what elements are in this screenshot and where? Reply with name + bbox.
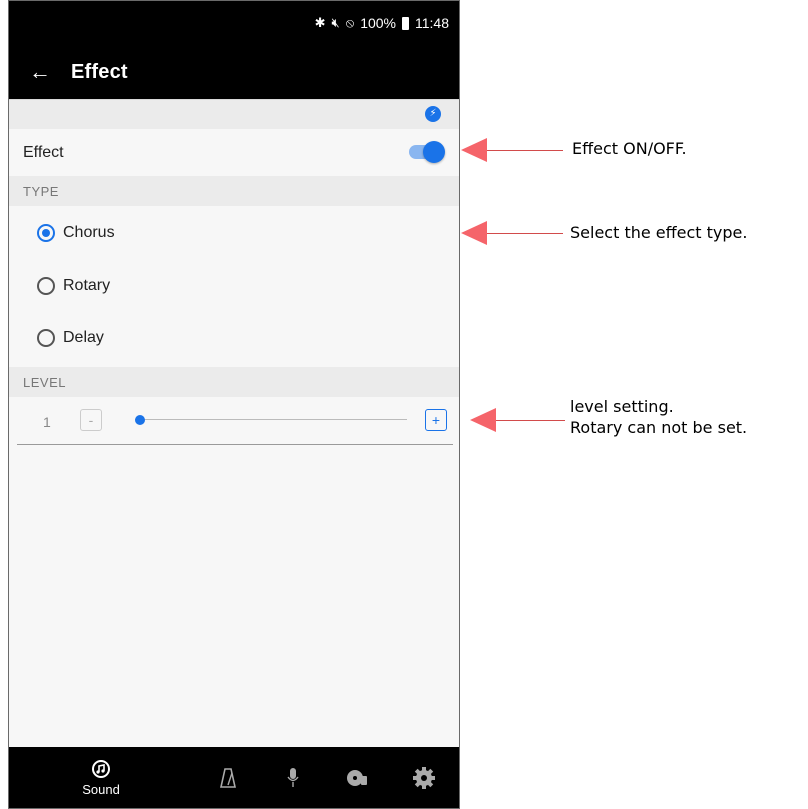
radio-label: Delay xyxy=(63,329,104,346)
metronome-icon xyxy=(220,767,236,788)
clock: 11:48 xyxy=(415,15,449,31)
sound-icon xyxy=(92,760,110,778)
level-section-header: LEVEL xyxy=(9,367,459,397)
annotation-level: level setting. Rotary can not be set. xyxy=(570,397,747,439)
radio-label: Rotary xyxy=(63,277,111,294)
annotation-level-line1: level setting. xyxy=(570,397,674,416)
nav-metronome[interactable] xyxy=(198,747,258,808)
annotation-type: Select the effect type. xyxy=(570,223,748,242)
annotation-line-type xyxy=(487,233,563,234)
level-slider-track[interactable] xyxy=(135,419,407,420)
toggle-knob xyxy=(423,141,445,163)
type-section-header: TYPE xyxy=(9,176,459,206)
battery-icon xyxy=(402,16,409,30)
annotation-arrow-level xyxy=(470,408,496,432)
effect-label: Effect xyxy=(23,143,64,161)
connection-strip: ⚡︎ xyxy=(9,99,459,129)
app-bar: ← Effect xyxy=(9,45,459,99)
page-title: Effect xyxy=(71,60,128,83)
radio-label: Chorus xyxy=(63,224,115,241)
level-slider-thumb[interactable] xyxy=(135,415,145,425)
arrow-left-icon[interactable]: ← xyxy=(9,59,71,85)
radio-icon xyxy=(37,329,55,347)
nav-record[interactable] xyxy=(327,747,387,808)
status-bar: ✱ 🔇︎ ⦸ 100% 11:48 xyxy=(9,1,459,45)
annotation-arrow-effect xyxy=(461,138,487,162)
annotation-level-line2: Rotary can not be set. xyxy=(570,417,748,437)
gear-icon xyxy=(413,766,435,789)
nav-sound-label: Sound xyxy=(82,782,120,797)
annotation-effect: Effect ON/OFF. xyxy=(572,139,687,158)
bluetooth-icon: ✱ xyxy=(314,15,326,30)
bottom-nav: Sound xyxy=(9,747,459,808)
effect-toggle[interactable] xyxy=(409,141,445,163)
nav-microphone[interactable] xyxy=(263,747,323,808)
radio-rotary[interactable]: Rotary xyxy=(9,260,459,312)
annotation-line-level xyxy=(496,420,565,421)
microphone-icon xyxy=(287,767,299,787)
radio-icon xyxy=(37,277,55,295)
annotation-arrow-type xyxy=(461,221,487,245)
effect-row: Effect xyxy=(9,129,459,176)
do-not-disturb-icon: ⦸ xyxy=(345,15,355,30)
nav-settings[interactable] xyxy=(394,747,454,808)
battery-percent: 100% xyxy=(360,15,396,31)
mute-icon: 🔇︎ xyxy=(331,15,340,30)
radio-delay[interactable]: Delay xyxy=(9,312,459,364)
bolt-icon: ⚡︎ xyxy=(425,106,441,122)
nav-sound[interactable]: Sound xyxy=(71,747,131,808)
level-increment-button[interactable]: + xyxy=(425,409,447,431)
radio-chorus[interactable]: Chorus xyxy=(9,207,459,259)
radio-icon-selected xyxy=(37,224,55,242)
level-row: 1 - + xyxy=(17,399,453,445)
level-decrement-button[interactable]: - xyxy=(80,409,102,431)
level-value: 1 xyxy=(43,414,51,430)
annotation-line-effect xyxy=(487,150,563,151)
record-icon xyxy=(347,769,367,786)
phone-screen: ✱ 🔇︎ ⦸ 100% 11:48 ← Effect ⚡︎ Effect TYP… xyxy=(8,0,460,809)
